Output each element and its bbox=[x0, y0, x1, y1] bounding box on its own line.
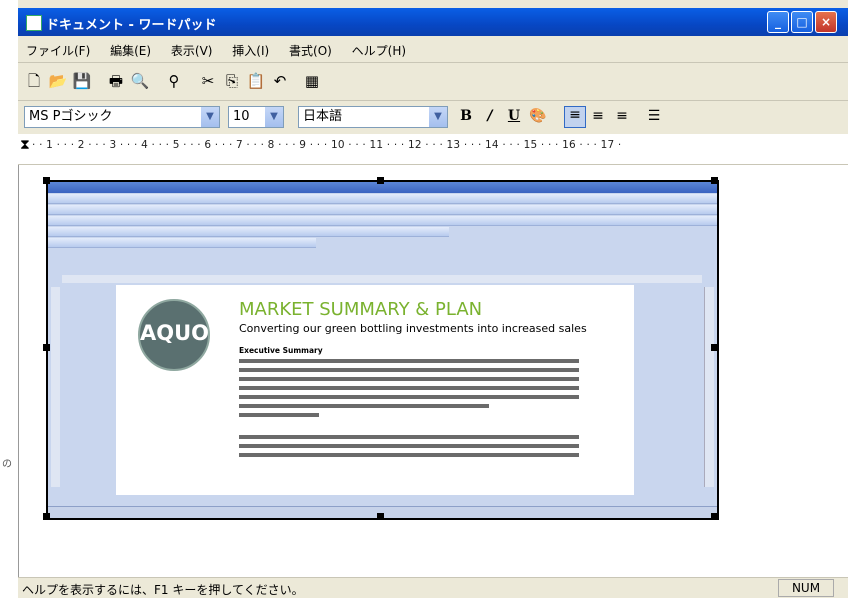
text-line bbox=[239, 435, 579, 439]
font-size-select[interactable]: 10 ▼ bbox=[228, 106, 284, 128]
document-area[interactable]: AQUO MARKET SUMMARY & PLAN Converting ou… bbox=[18, 165, 848, 577]
resize-handle[interactable] bbox=[377, 177, 384, 184]
embedded-menu bbox=[48, 194, 717, 204]
print-preview-icon[interactable]: 🔍 bbox=[130, 72, 150, 90]
cut-icon[interactable]: ✂ bbox=[198, 72, 218, 90]
text-line bbox=[239, 404, 489, 408]
minimize-button[interactable]: _ bbox=[767, 11, 789, 33]
embedded-toolbar bbox=[48, 205, 717, 215]
copy-icon[interactable]: ⎘ bbox=[222, 72, 242, 90]
new-icon[interactable]: 🗋 bbox=[24, 72, 44, 90]
script-value: 日本語 bbox=[303, 109, 343, 124]
text-line bbox=[239, 368, 579, 372]
resize-handle[interactable] bbox=[711, 344, 718, 351]
resize-handle[interactable] bbox=[711, 177, 718, 184]
logo-text: AQUO bbox=[140, 321, 210, 345]
maximize-button[interactable]: □ bbox=[791, 11, 813, 33]
resize-handle[interactable] bbox=[377, 513, 384, 520]
print-icon[interactable]: 🖶 bbox=[106, 72, 126, 90]
embedded-ruler bbox=[62, 275, 702, 283]
color-icon[interactable]: 🎨 bbox=[528, 108, 548, 124]
text-line bbox=[239, 395, 579, 399]
save-icon[interactable]: 💾 bbox=[72, 72, 92, 90]
text-line bbox=[239, 386, 579, 390]
underline-button[interactable]: U bbox=[504, 108, 524, 124]
embedded-headline: MARKET SUMMARY & PLAN bbox=[239, 299, 483, 320]
chevron-down-icon[interactable]: ▼ bbox=[429, 107, 447, 127]
italic-button[interactable]: / bbox=[480, 108, 500, 124]
chevron-down-icon[interactable]: ▼ bbox=[265, 107, 283, 127]
window-title: ドキュメント - ワードパッド bbox=[46, 18, 217, 33]
paste-icon[interactable]: 📋 bbox=[246, 72, 266, 90]
resize-handle[interactable] bbox=[43, 344, 50, 351]
embedded-section-title: Executive Summary bbox=[239, 346, 323, 355]
font-name-select[interactable]: MS Pゴシック ▼ bbox=[24, 106, 220, 128]
date-time-icon[interactable]: ▦ bbox=[302, 72, 322, 90]
embedded-screenshot[interactable]: AQUO MARKET SUMMARY & PLAN Converting ou… bbox=[46, 180, 719, 520]
embedded-vertical-ruler bbox=[51, 287, 60, 487]
text-line bbox=[239, 413, 319, 417]
text-line bbox=[239, 444, 579, 448]
embedded-page: AQUO MARKET SUMMARY & PLAN Converting ou… bbox=[116, 285, 634, 495]
format-toolbar: MS Pゴシック ▼ 10 ▼ 日本語 ▼ B / U 🎨 ≡ ≡ ≡ ☰ bbox=[18, 100, 848, 135]
resize-handle[interactable] bbox=[43, 513, 50, 520]
bold-button[interactable]: B bbox=[456, 108, 476, 124]
wordpad-app-icon[interactable] bbox=[26, 15, 42, 31]
find-icon[interactable]: ⚲ bbox=[164, 72, 184, 90]
embedded-toolbar bbox=[48, 216, 717, 226]
aquo-logo: AQUO bbox=[138, 299, 210, 371]
text-line bbox=[239, 359, 579, 363]
resize-handle[interactable] bbox=[711, 513, 718, 520]
script-select[interactable]: 日本語 ▼ bbox=[298, 106, 448, 128]
close-button[interactable]: × bbox=[815, 11, 837, 33]
align-right-icon[interactable]: ≡ bbox=[612, 108, 632, 124]
status-message: ヘルプを表示するには、F1 キーを押してください。 bbox=[22, 583, 304, 597]
align-left-icon[interactable]: ≡ bbox=[564, 106, 586, 128]
side-text: の bbox=[2, 459, 12, 470]
open-icon[interactable]: 📂 bbox=[48, 72, 68, 90]
ruler-scale: · · 1 · · · 2 · · · 3 · · · 4 · · · 5 · … bbox=[32, 139, 622, 151]
undo-icon[interactable]: ↶ bbox=[270, 72, 290, 90]
indent-marker-icon[interactable]: ⧗ bbox=[20, 137, 30, 153]
embedded-subhead: Converting our green bottling investment… bbox=[239, 322, 587, 335]
embedded-toolbar bbox=[48, 238, 316, 248]
menu-insert[interactable]: 挿入(I) bbox=[224, 36, 277, 59]
font-name-value: MS Pゴシック bbox=[29, 109, 113, 124]
menu-format[interactable]: 書式(O) bbox=[281, 36, 340, 59]
menu-help[interactable]: ヘルプ(H) bbox=[344, 36, 414, 59]
menu-view[interactable]: 表示(V) bbox=[163, 36, 221, 59]
resize-handle[interactable] bbox=[43, 177, 50, 184]
text-line bbox=[239, 377, 579, 381]
num-lock-indicator: NUM bbox=[778, 579, 834, 597]
embedded-toolbar bbox=[48, 227, 450, 237]
status-bar: ヘルプを表示するには、F1 キーを押してください。 NUM bbox=[18, 577, 848, 598]
text-line bbox=[239, 453, 579, 457]
menu-edit[interactable]: 編集(E) bbox=[102, 36, 159, 59]
bullets-icon[interactable]: ☰ bbox=[644, 108, 664, 124]
font-size-value: 10 bbox=[233, 109, 250, 124]
chevron-down-icon[interactable]: ▼ bbox=[201, 107, 219, 127]
ruler[interactable]: ⧗ · · 1 · · · 2 · · · 3 · · · 4 · · · 5 … bbox=[18, 134, 848, 165]
wordpad-window: ドキュメント - ワードパッド _ □ × ファイル(F) 編集(E) 表示(V… bbox=[18, 0, 848, 598]
embedded-scrollbar bbox=[704, 287, 714, 487]
standard-toolbar: 🗋 📂 💾 🖶 🔍 ⚲ ✂ ⎘ 📋 ↶ ▦ bbox=[18, 62, 848, 101]
menu-file[interactable]: ファイル(F) bbox=[18, 36, 98, 59]
menu-bar: ファイル(F) 編集(E) 表示(V) 挿入(I) 書式(O) ヘルプ(H) bbox=[18, 36, 848, 63]
title-bar[interactable]: ドキュメント - ワードパッド _ □ × bbox=[18, 8, 848, 36]
align-center-icon[interactable]: ≡ bbox=[588, 108, 608, 124]
